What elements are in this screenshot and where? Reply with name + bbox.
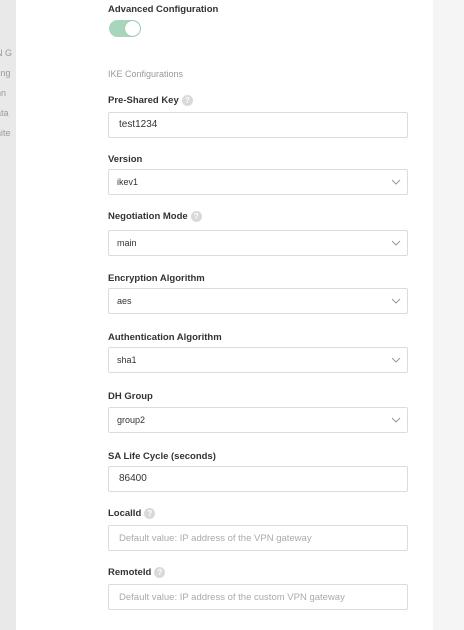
authentication-value: sha1 <box>117 355 137 365</box>
question-circle-icon[interactable]: ? <box>154 567 166 578</box>
section-title: IKE Configurations <box>108 69 184 79</box>
question-circle-icon[interactable]: ? <box>144 508 156 519</box>
ike-config-panel: Advanced Configuration IKE Configuration… <box>16 0 433 630</box>
version-label: Version <box>108 154 143 165</box>
advanced-config-label: Advanced Configuration <box>108 4 219 15</box>
dh-group-value: group2 <box>117 415 146 425</box>
psk-input[interactable]: test1234 <box>108 112 408 138</box>
remote-id-label: RemoteId? <box>108 567 166 579</box>
encryption-select[interactable]: aes <box>108 288 408 314</box>
background-text: nn <box>0 88 7 98</box>
question-circle-icon[interactable]: ? <box>181 95 193 106</box>
local-id-label-text: LocalId <box>108 508 142 520</box>
sa-life-label: SA Life Cycle (seconds) <box>108 451 216 462</box>
background-page: N G ting nn ata hite <box>0 0 16 630</box>
chevron-down-icon <box>391 357 401 363</box>
background-text: ting <box>0 68 11 78</box>
chevron-down-icon <box>391 298 401 304</box>
remote-id-label-text: RemoteId <box>108 567 152 579</box>
authentication-label: Authentication Algorithm <box>108 332 222 343</box>
encryption-value: aes <box>117 296 132 306</box>
chevron-down-icon <box>391 179 401 185</box>
local-id-input[interactable]: Default value: IP address of the VPN gat… <box>108 525 408 551</box>
remote-id-input[interactable]: Default value: IP address of the custom … <box>108 584 408 610</box>
psk-value: test1234 <box>119 119 158 130</box>
toggle-knob <box>125 21 140 36</box>
negotiation-label: Negotiation Mode? <box>108 211 202 222</box>
encryption-label: Encryption Algorithm <box>108 273 205 284</box>
background-text: ata <box>0 108 9 118</box>
negotiation-select[interactable]: main <box>108 230 408 256</box>
right-gutter <box>433 0 464 630</box>
psk-label-text: Pre-Shared Key <box>108 95 179 107</box>
sa-life-value: 86400 <box>119 473 147 484</box>
dh-group-select[interactable]: group2 <box>108 407 408 433</box>
version-value: ikev1 <box>117 177 139 187</box>
background-text: N G <box>0 48 13 58</box>
remote-id-placeholder: Default value: IP address of the custom … <box>119 592 345 603</box>
sa-life-input[interactable]: 86400 <box>108 466 408 492</box>
local-id-label: LocalId? <box>108 508 156 520</box>
psk-label: Pre-Shared Key? <box>108 95 193 106</box>
advanced-config-toggle[interactable] <box>109 20 141 37</box>
negotiation-label-text: Negotiation Mode <box>108 211 188 223</box>
authentication-select[interactable]: sha1 <box>108 347 408 373</box>
local-id-placeholder: Default value: IP address of the VPN gat… <box>119 533 312 544</box>
dh-group-label: DH Group <box>108 391 153 402</box>
question-circle-icon[interactable]: ? <box>190 211 202 222</box>
negotiation-value: main <box>117 238 137 248</box>
chevron-down-icon <box>391 417 401 423</box>
background-text: hite <box>0 128 11 138</box>
chevron-down-icon <box>391 240 401 246</box>
version-select[interactable]: ikev1 <box>108 169 408 195</box>
